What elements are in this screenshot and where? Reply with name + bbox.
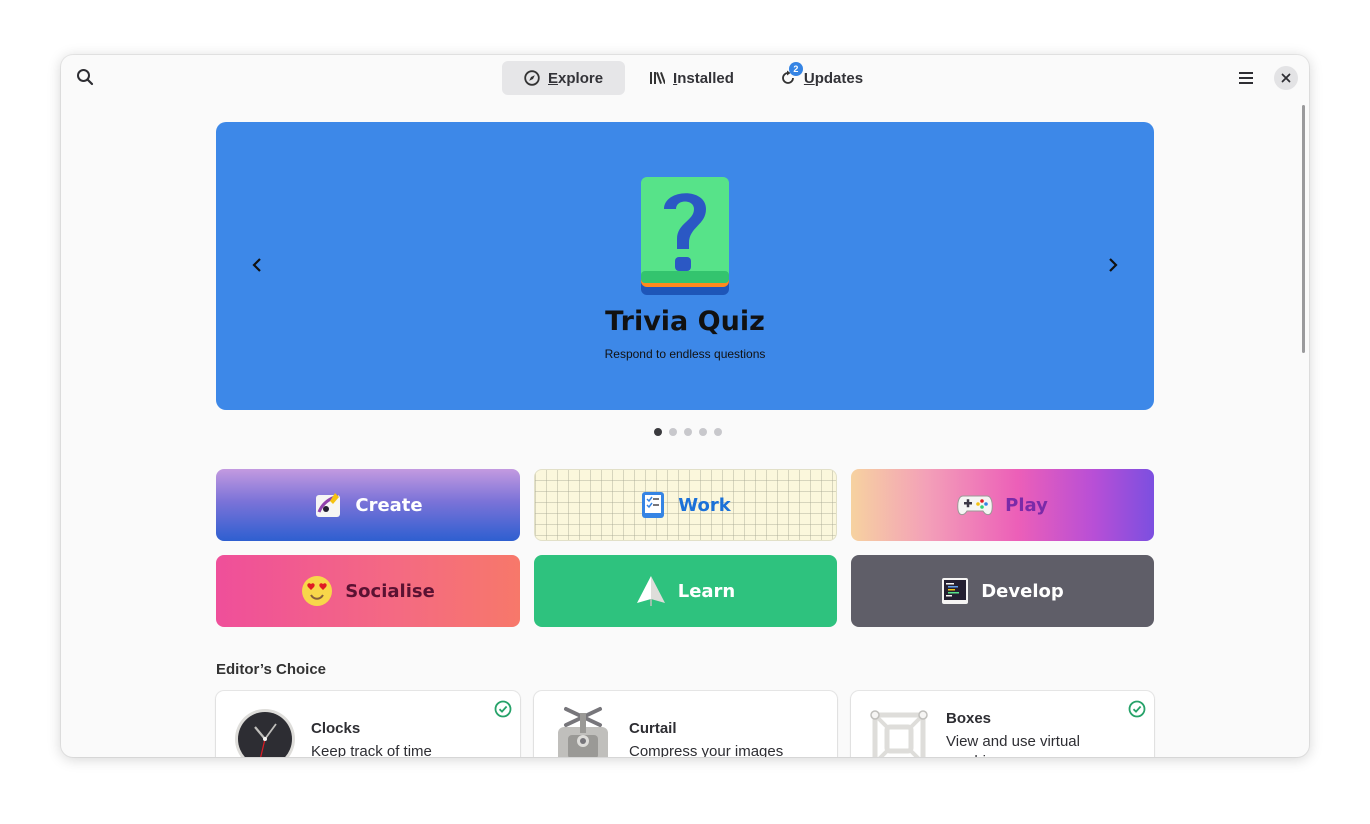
hamburger-menu-icon: [1239, 72, 1253, 84]
chevron-left-icon: [252, 258, 261, 272]
category-label: Develop: [981, 580, 1064, 602]
close-icon: [1281, 73, 1291, 83]
category-label: Create: [355, 494, 423, 516]
carousel-previous-button[interactable]: [242, 250, 272, 280]
terminal-icon: [942, 578, 969, 604]
app-card-curtail[interactable]: Curtail Compress your images: [534, 691, 837, 757]
category-learn[interactable]: Learn: [534, 555, 837, 627]
carousel-dot[interactable]: [669, 428, 677, 436]
carousel-dot[interactable]: [654, 428, 662, 436]
carousel-dot[interactable]: [714, 428, 722, 436]
tab-explore[interactable]: Explore: [502, 61, 626, 95]
installed-check-icon: [1128, 700, 1146, 718]
main-menu-button[interactable]: [1231, 63, 1261, 93]
create-icon: [316, 493, 341, 517]
updates-count-badge: 2: [788, 62, 803, 76]
gamepad-icon: [957, 495, 993, 516]
app-description: Compress your images: [629, 743, 784, 757]
search-icon: [77, 69, 94, 86]
scrollbar[interactable]: [1302, 105, 1305, 353]
clock-icon: [235, 709, 295, 757]
chevron-right-icon: [1109, 258, 1118, 272]
category-socialise[interactable]: Socialise: [216, 555, 520, 627]
app-description: View and use virtual machines: [946, 733, 1080, 757]
carousel-next-button[interactable]: [1098, 250, 1128, 280]
category-play[interactable]: Play: [851, 469, 1154, 541]
category-develop[interactable]: Develop: [851, 555, 1154, 627]
tab-label: Updates: [803, 69, 864, 87]
featured-app-title: Trivia Quiz: [605, 306, 765, 337]
app-name: Boxes: [946, 710, 992, 727]
heart-eyes-emoji-icon: [302, 576, 333, 606]
tab-updates[interactable]: 2 Updates: [758, 61, 885, 95]
app-name: Clocks: [311, 720, 361, 737]
category-label: Socialise: [345, 580, 435, 602]
boxes-icon: [870, 710, 928, 757]
featured-carousel[interactable]: Trivia Quiz Respond to endless questions: [216, 122, 1154, 410]
app-name: Curtail: [629, 720, 677, 737]
category-label: Work: [678, 494, 731, 516]
app-window: Explore Installed 2 Updates Trivia Quiz …: [61, 55, 1309, 757]
checklist-icon: [642, 492, 665, 518]
search-button[interactable]: [71, 63, 99, 91]
headerbar: Explore Installed 2 Updates: [61, 55, 1309, 101]
carousel-dot[interactable]: [699, 428, 707, 436]
section-title-editors-choice: Editor’s Choice: [216, 661, 327, 678]
vise-icon: [558, 707, 608, 757]
carousel-indicators: [654, 428, 722, 436]
compass-icon: [524, 70, 540, 86]
app-card-clocks[interactable]: Clocks Keep track of time: [216, 691, 520, 757]
category-label: Learn: [677, 580, 736, 602]
close-button[interactable]: [1274, 66, 1298, 90]
featured-app-subtitle: Respond to endless questions: [604, 347, 766, 361]
tab-label: Installed: [673, 69, 734, 87]
app-card-boxes[interactable]: Boxes View and use virtual machines: [851, 691, 1154, 757]
tab-label: Explore: [548, 69, 604, 87]
category-label: Play: [1005, 494, 1048, 516]
carousel-dot[interactable]: [684, 428, 692, 436]
trivia-quiz-app-icon: [641, 177, 729, 295]
category-create[interactable]: Create: [216, 469, 520, 541]
tab-installed[interactable]: Installed: [627, 61, 756, 95]
installed-check-icon: [494, 700, 512, 718]
library-icon: [650, 72, 666, 84]
paper-plane-icon: [636, 576, 665, 606]
category-work[interactable]: Work: [534, 469, 837, 541]
view-switcher: Explore Installed 2 Updates: [502, 61, 885, 95]
app-description: Keep track of time: [311, 743, 432, 757]
